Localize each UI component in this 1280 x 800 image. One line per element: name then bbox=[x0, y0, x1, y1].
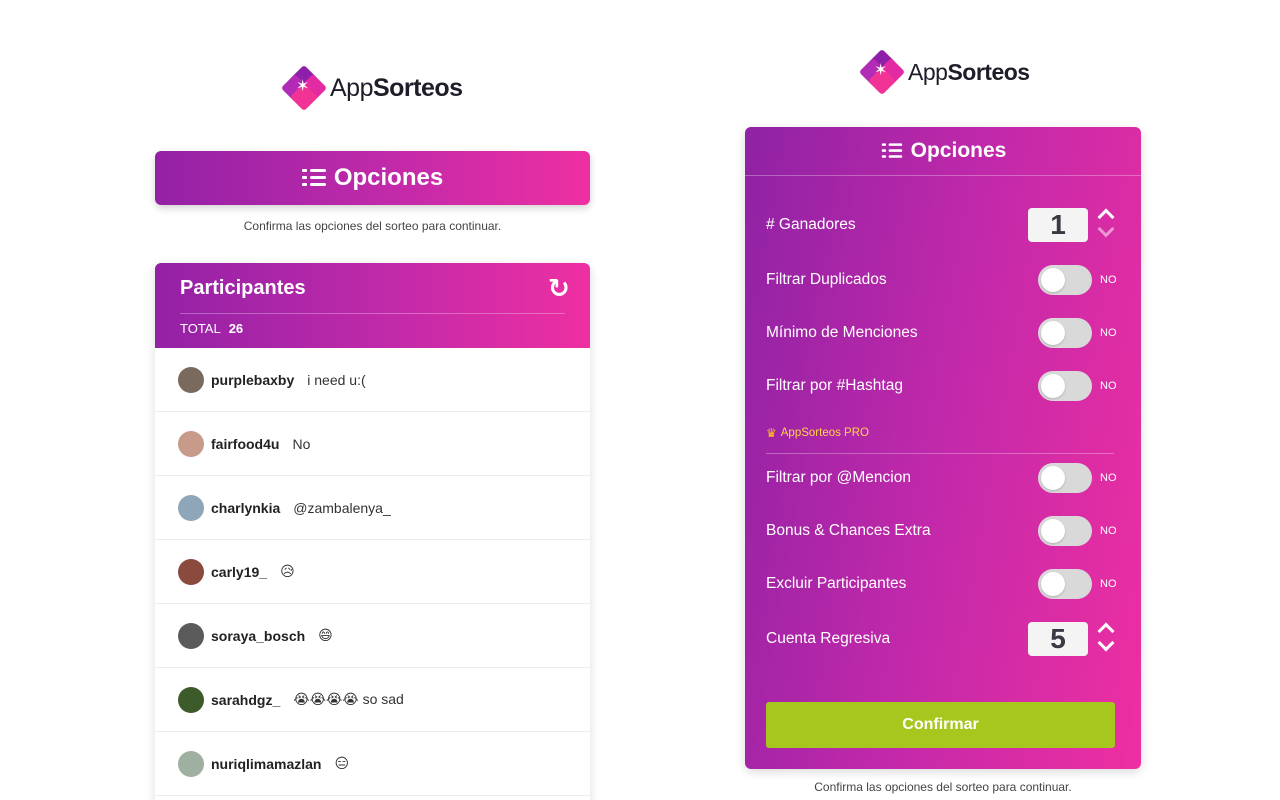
participant-comment: @zambalenya_ bbox=[293, 499, 391, 516]
avatar bbox=[178, 622, 204, 649]
toggle-state: NO bbox=[1100, 578, 1117, 590]
checklist-icon bbox=[301, 168, 326, 188]
participant-row: charlynkia @zambalenya_ bbox=[155, 476, 590, 540]
avatar bbox=[178, 558, 204, 585]
refresh-icon[interactable]: ↻ bbox=[548, 276, 574, 302]
options-hint-text: Confirma las opciones del sorteo para co… bbox=[243, 219, 502, 233]
app-logo: ✶ AppSorteos bbox=[280, 64, 463, 112]
opciones-header-button[interactable]: Opciones bbox=[155, 151, 590, 205]
countdown-value[interactable]: 5 bbox=[1028, 622, 1088, 656]
app-logo-secondary: ✶ AppSorteos bbox=[858, 48, 1030, 96]
option-label: Filtrar Duplicados bbox=[766, 271, 887, 288]
participant-comment: 😄 bbox=[318, 627, 333, 643]
participant-username: soraya_bosch bbox=[211, 627, 306, 644]
countdown-arrows bbox=[1096, 619, 1120, 659]
participants-title: Participantes bbox=[180, 277, 306, 299]
participant-comment: No bbox=[292, 435, 311, 452]
toggle-wrap: NO bbox=[1038, 371, 1120, 401]
total-count: 26 bbox=[228, 321, 244, 336]
option-label: Filtrar por #Hashtag bbox=[766, 377, 903, 394]
countdown-row: Cuenta Regresiva 5 bbox=[766, 621, 1120, 657]
participant-row: soraya_bosch 😄 bbox=[155, 604, 590, 668]
participant-row: carly19_ 😥 bbox=[155, 540, 590, 604]
ganadores-stepper: 1 bbox=[1028, 205, 1120, 245]
crown-icon: ♛ bbox=[766, 426, 777, 440]
countdown-stepper: 5 bbox=[1028, 619, 1120, 659]
option-toggle-row: Filtrar por @Mencion NO bbox=[766, 460, 1120, 496]
option-toggle-row: Filtrar por #Hashtag NO bbox=[766, 368, 1120, 404]
options-panel-header: Opciones bbox=[745, 127, 1141, 176]
option-toggle-row: Filtrar Duplicados NO bbox=[766, 262, 1120, 298]
logo-text: AppSorteos bbox=[908, 58, 1030, 85]
avatar bbox=[178, 366, 204, 393]
toggle-state: NO bbox=[1100, 380, 1117, 392]
avatar bbox=[178, 494, 204, 521]
participant-row: nuriqlimamazlan 😑 bbox=[155, 732, 590, 796]
participant-username: fairfood4u bbox=[211, 435, 280, 452]
ganadores-row: # Ganadores 1 bbox=[766, 207, 1120, 243]
toggle-state: NO bbox=[1100, 274, 1117, 286]
option-toggle-row: Excluir Participantes NO bbox=[766, 566, 1120, 602]
toggle-state: NO bbox=[1100, 525, 1117, 537]
option-label: Mínimo de Menciones bbox=[766, 324, 918, 341]
avatar bbox=[178, 430, 204, 457]
logo-text: AppSorteos bbox=[330, 73, 463, 102]
participant-username: charlynkia bbox=[211, 499, 281, 516]
toggle-wrap: NO bbox=[1038, 265, 1120, 295]
ganadores-value[interactable]: 1 bbox=[1028, 208, 1088, 242]
toggle-switch[interactable] bbox=[1038, 516, 1092, 546]
avatar bbox=[178, 750, 204, 777]
toggle-state: NO bbox=[1100, 472, 1117, 484]
option-toggle-row: Mínimo de Menciones NO bbox=[766, 315, 1120, 351]
header-divider bbox=[180, 313, 565, 314]
toggle-switch[interactable] bbox=[1038, 463, 1092, 493]
toggle-wrap: NO bbox=[1038, 318, 1120, 348]
option-label: Bonus & Chances Extra bbox=[766, 522, 931, 539]
participants-card: Participantes TOTAL 26 ↻ purplebaxby i nee… bbox=[155, 263, 590, 800]
toggle-switch[interactable] bbox=[1038, 318, 1092, 348]
toggle-state: NO bbox=[1100, 327, 1117, 339]
logo-mark-icon: ✶ bbox=[858, 48, 906, 96]
toggle-switch[interactable] bbox=[1038, 265, 1092, 295]
checklist-icon bbox=[881, 143, 902, 160]
participant-row: fairfood4u No bbox=[155, 412, 590, 476]
option-label: Excluir Participantes bbox=[766, 575, 907, 592]
countdown-label: Cuenta Regresiva bbox=[766, 630, 891, 647]
chevron-down-icon[interactable] bbox=[1097, 220, 1115, 238]
participant-row: sarahdgz_ 😭😭😭😭 so sad bbox=[155, 668, 590, 732]
participant-username: nuriqlimamazlan bbox=[211, 755, 322, 772]
options-hint-text-bottom: Confirma las opciones del sorteo para co… bbox=[814, 780, 1072, 794]
toggle-switch[interactable] bbox=[1038, 569, 1092, 599]
participant-comment: i need u:( bbox=[307, 371, 366, 388]
participant-username: carly19_ bbox=[211, 563, 268, 580]
participant-username: sarahdgz_ bbox=[211, 691, 281, 708]
options-panel: Opciones # Ganadores 1 Filtrar Duplicado… bbox=[745, 127, 1141, 769]
pro-section-label: ♛ AppSorteos PRO bbox=[766, 426, 869, 440]
opciones-title: Opciones bbox=[333, 164, 444, 191]
participant-row: purplebaxby i need u:( bbox=[155, 348, 590, 412]
pro-divider bbox=[766, 453, 1114, 454]
toggle-wrap: NO bbox=[1038, 569, 1120, 599]
avatar bbox=[178, 686, 204, 713]
toggle-switch[interactable] bbox=[1038, 371, 1092, 401]
options-panel-title: Opciones bbox=[910, 139, 1007, 162]
participant-comment: 😑 bbox=[334, 755, 350, 771]
option-toggle-row: Bonus & Chances Extra NO bbox=[766, 513, 1120, 549]
participant-username: purplebaxby bbox=[211, 371, 295, 388]
option-label: Filtrar por @Mencion bbox=[766, 469, 911, 486]
toggle-wrap: NO bbox=[1038, 516, 1120, 546]
ganadores-label: # Ganadores bbox=[766, 216, 856, 233]
ganadores-arrows bbox=[1096, 205, 1120, 245]
participants-list: purplebaxby i need u:( fairfood4u No charlyn… bbox=[155, 348, 590, 796]
confirm-button[interactable]: Confirmar bbox=[766, 702, 1115, 748]
logo-mark-icon: ✶ bbox=[280, 64, 328, 112]
chevron-down-icon[interactable] bbox=[1097, 634, 1115, 652]
participant-comment: 😥 bbox=[280, 563, 295, 579]
participant-comment: 😭😭😭😭 so sad bbox=[293, 691, 404, 707]
participants-total: TOTAL 26 bbox=[180, 321, 244, 336]
toggle-wrap: NO bbox=[1038, 463, 1120, 493]
participants-header: Participantes TOTAL 26 ↻ bbox=[155, 263, 590, 348]
